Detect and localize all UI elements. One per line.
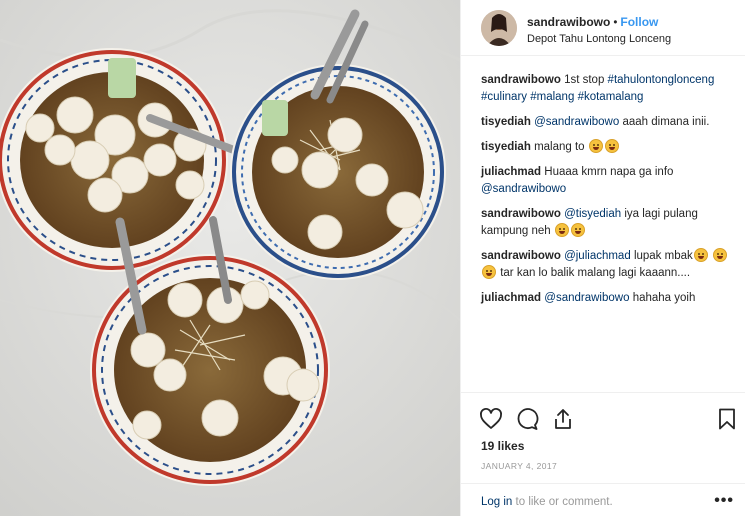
comment-username[interactable]: juliachmad (481, 166, 541, 178)
location-link[interactable]: Depot Tahu Lontong Lonceng (527, 31, 671, 47)
hashtag-link[interactable]: #culinary (481, 91, 527, 103)
comment-username[interactable]: sandrawibowo (481, 74, 561, 86)
laughing-emoji-icon (482, 265, 496, 279)
hashtag-link[interactable]: #tahulontonglonceng (608, 74, 715, 86)
post-photo[interactable] (0, 0, 460, 516)
comment-username[interactable]: sandrawibowo (481, 208, 561, 220)
comment-item: tisyediah @sandrawibowo aaah dimana inii… (481, 114, 736, 131)
comment-item: sandrawibowo @tisyediah iya lagi pulang … (481, 206, 736, 240)
laughing-emoji-icon (588, 139, 603, 153)
food-photo-image (0, 0, 460, 516)
comment-text: lupak mbak (633, 250, 693, 262)
laughing-emoji-icon (712, 248, 727, 262)
comment-text: malang to (534, 141, 585, 153)
laughing-emoji-icon (693, 248, 708, 262)
mention-link[interactable]: @sandrawibowo (544, 292, 629, 304)
avatar[interactable] (481, 10, 517, 46)
caption-comment: sandrawibowo 1st stop #tahulontongloncen… (481, 72, 736, 106)
header-username[interactable]: sandrawibowo (527, 15, 610, 29)
avatar-image (481, 10, 517, 46)
comment-icon[interactable] (515, 407, 539, 431)
mention-link[interactable]: @sandrawibowo (534, 116, 619, 128)
comment-item: sandrawibowo @juliachmad lupak mbak tar … (481, 248, 736, 282)
comment-text: hahaha yoih (632, 292, 696, 304)
mention-link[interactable]: @tisyediah (564, 208, 621, 220)
likes-count[interactable]: 19 likes (481, 439, 524, 453)
heart-icon[interactable] (479, 407, 503, 431)
mention-link[interactable]: @sandrawibowo (481, 181, 736, 198)
laughing-emoji-icon (570, 223, 585, 237)
comment-text: aaah dimana inii. (622, 116, 710, 128)
comment-text-continued: tar kan lo balik malang lagi kaaann.... (500, 267, 691, 279)
more-options-icon[interactable]: ••• (714, 492, 734, 510)
laughing-emoji-icon (554, 223, 569, 237)
header-text: sandrawibowo • Follow Depot Tahu Lontong L… (527, 14, 671, 47)
post-actions: 19 likes JANUARY 4, 2017 Log in to like … (461, 392, 745, 516)
comment-username[interactable]: sandrawibowo (481, 250, 561, 262)
share-icon[interactable] (551, 407, 575, 431)
laughing-emoji-icon (604, 139, 619, 153)
comment-username[interactable]: juliachmad (481, 292, 541, 304)
comment-text: 1st stop (564, 74, 608, 86)
hashtag-link[interactable]: #malang (530, 91, 574, 103)
login-prompt-text: to like or comment. (512, 496, 613, 508)
post-side-panel: sandrawibowo • Follow Depot Tahu Lontong L… (460, 0, 745, 516)
login-link[interactable]: Log in (481, 496, 512, 508)
follow-button[interactable]: Follow (620, 15, 658, 29)
header-separator: • (613, 17, 618, 29)
mention-link[interactable]: @juliachmad (564, 250, 631, 262)
comment-item: juliachmad @sandrawibowo hahaha yoih (481, 290, 736, 307)
comment-text: Huaaa kmrn napa ga info (544, 166, 674, 178)
post-header: sandrawibowo • Follow Depot Tahu Lontong L… (461, 0, 745, 56)
comments-list: sandrawibowo 1st stop #tahulontongloncen… (481, 72, 736, 315)
comment-item: tisyediah malang to (481, 139, 736, 156)
comment-item: juliachmad Huaaa kmrn napa ga info @sand… (481, 164, 736, 198)
comment-username[interactable]: tisyediah (481, 116, 531, 128)
comment-username[interactable]: tisyediah (481, 141, 531, 153)
hashtag-link[interactable]: #kotamalang (578, 91, 644, 103)
post-date: JANUARY 4, 2017 (481, 461, 558, 471)
login-prompt-row: Log in to like or comment. ••• (461, 483, 745, 516)
login-prompt: Log in to like or comment. (481, 496, 613, 508)
bookmark-icon[interactable] (715, 407, 739, 431)
